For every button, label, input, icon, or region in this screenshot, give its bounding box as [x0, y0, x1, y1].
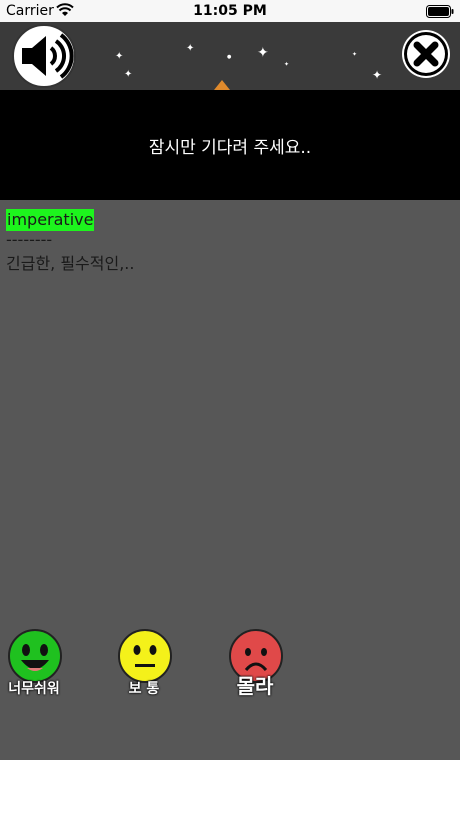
star-icon: ✦ [257, 45, 269, 61]
ad-marker [214, 80, 230, 90]
vocab-word: imperative [6, 209, 95, 231]
header-bar: ✦ ✦ ● ✦ ✦ ✦ ✦ ✦ [0, 22, 460, 90]
star-icon: ✦ [352, 51, 358, 58]
neutral-face-icon [118, 629, 172, 683]
star-icon: ✦ [284, 61, 290, 68]
star-icon: ✦ [124, 69, 133, 80]
rating-unknown-button[interactable]: 몰라 [225, 628, 285, 698]
loading-banner: 잠시만 기다려 주세요.. [0, 90, 460, 200]
laughing-face-icon [8, 629, 62, 683]
star-icon: ● [227, 54, 232, 60]
close-x-icon [404, 32, 448, 76]
star-icon: ✦ [186, 43, 195, 54]
clock: 11:05 PM [193, 3, 267, 19]
battery-icon [426, 5, 454, 18]
word-meaning: 긴급한, 필수적인,.. [6, 254, 135, 273]
rating-easy-button[interactable]: 너무쉬워 [4, 628, 64, 698]
rating-easy-label: 너무쉬워 [8, 681, 60, 697]
star-icon: ✦ [372, 68, 383, 82]
loading-text: 잠시만 기다려 주세요.. [148, 137, 312, 158]
close-button[interactable] [402, 30, 450, 78]
star-icon: ✦ [115, 51, 124, 62]
speaker-volume-icon [22, 33, 74, 79]
rating-normal-button[interactable]: 보 통 [114, 628, 174, 698]
rating-unknown-label: 몰라 [236, 674, 274, 698]
rating-normal-label: 보 통 [128, 681, 160, 697]
divider-text: -------- [6, 230, 53, 249]
status-bar: Carrier 11:05 PM [0, 0, 460, 22]
sound-button[interactable] [12, 24, 76, 88]
